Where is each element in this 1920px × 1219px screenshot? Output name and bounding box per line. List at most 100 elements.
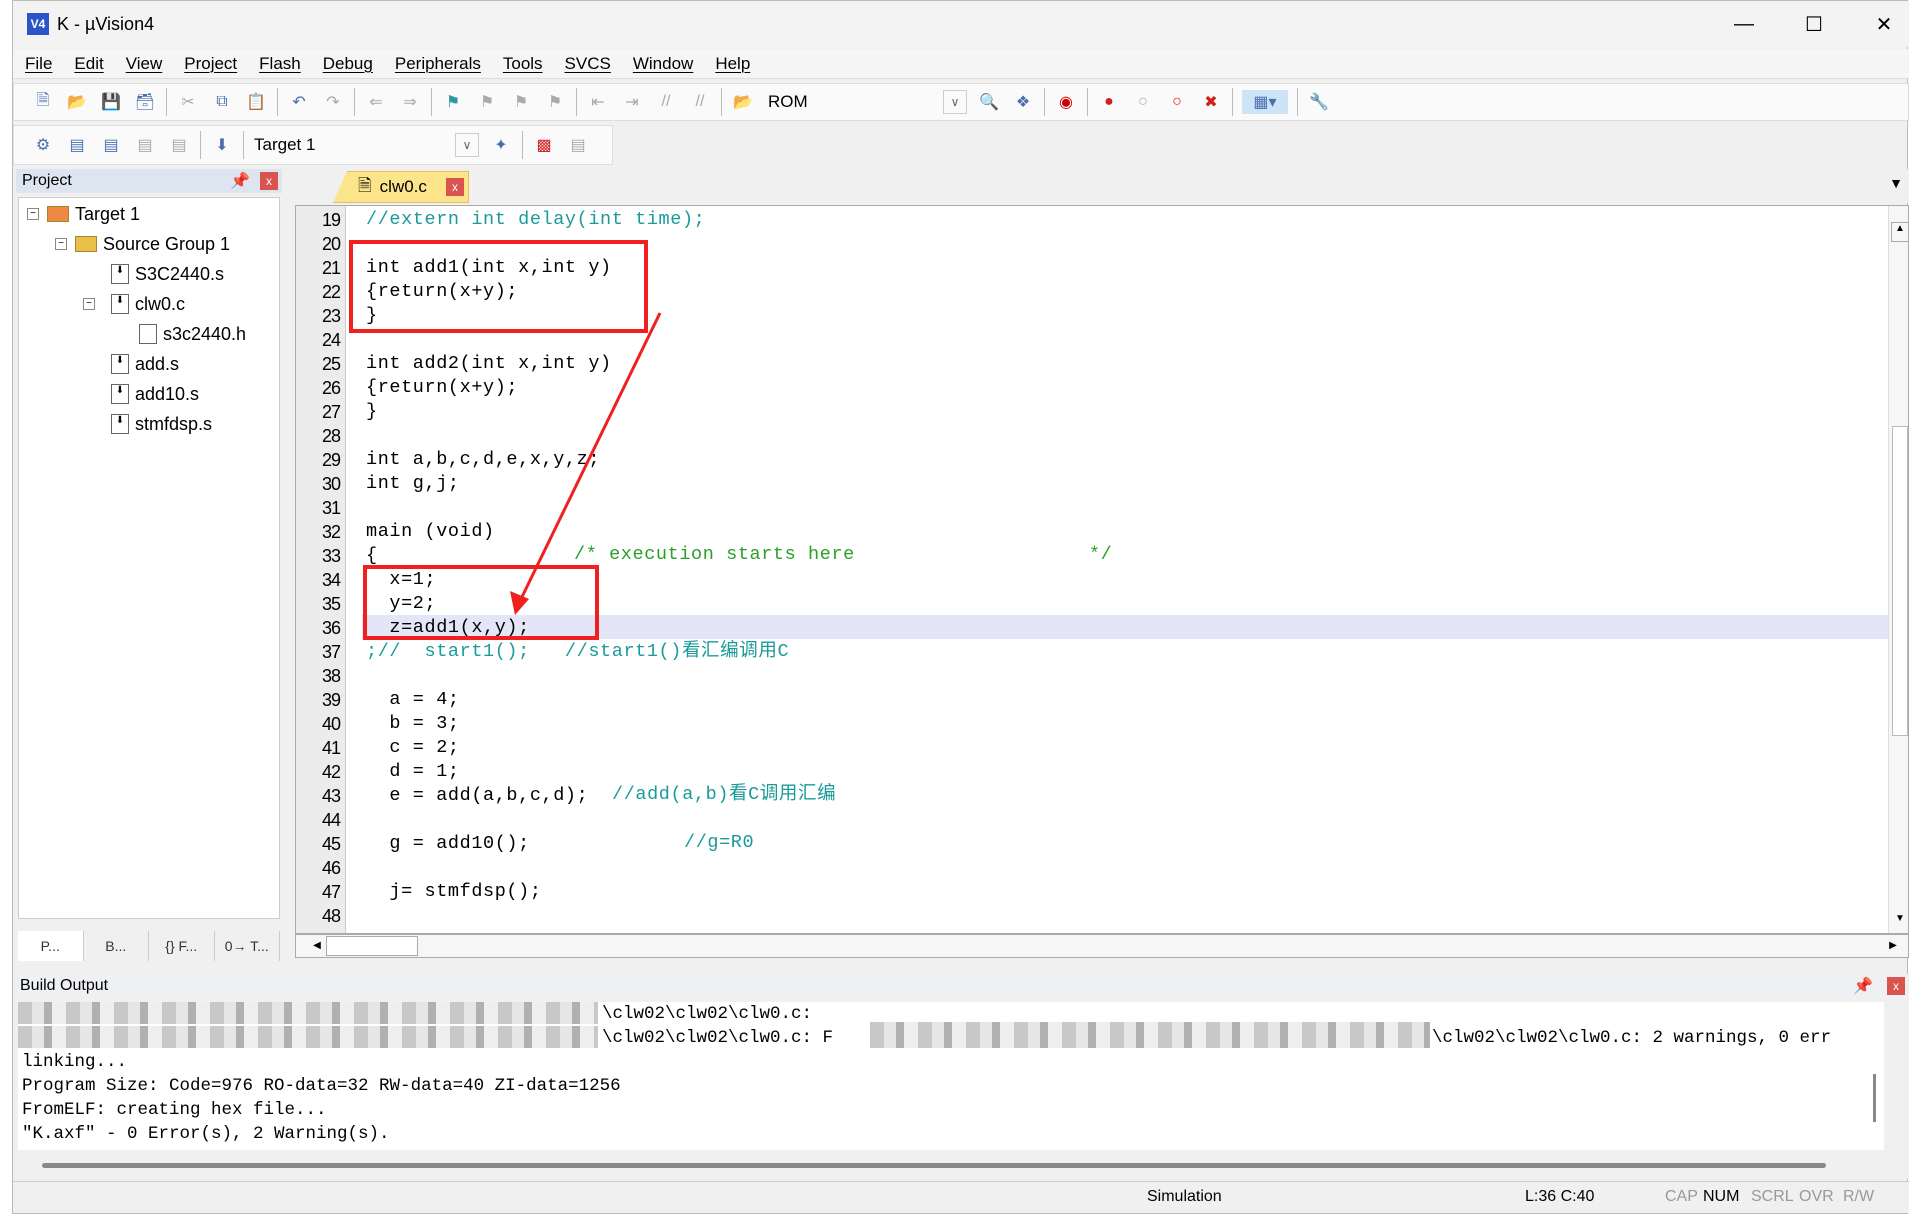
file-icon: ⬇	[111, 414, 129, 434]
collapse-icon[interactable]: −	[83, 298, 95, 310]
comment-icon[interactable]: //	[654, 90, 678, 114]
tree-file[interactable]: ⬇ stmfdsp.s	[111, 410, 212, 438]
indent-icon[interactable]: ⇤	[586, 90, 610, 114]
load-icon[interactable]: ⬇	[210, 133, 234, 157]
tree-file[interactable]: ⬇ add.s	[111, 350, 179, 378]
code-line: {return(x+y);	[366, 377, 519, 398]
redo-icon[interactable]: ↷	[321, 90, 345, 114]
prev-bookmark-icon[interactable]: ⚑	[475, 90, 499, 114]
target-options-icon[interactable]: ✦	[489, 133, 513, 157]
menu-peripherals[interactable]: Peripherals	[395, 54, 481, 74]
batch-build-icon[interactable]: ▤	[133, 133, 157, 157]
new-file-icon[interactable]: 🗎	[31, 90, 55, 114]
collapse-icon[interactable]: −	[55, 238, 67, 250]
target-select[interactable]: Target 1	[254, 135, 450, 155]
translate-icon[interactable]: ⚙	[31, 133, 55, 157]
scroll-thumb[interactable]	[1892, 426, 1908, 736]
rebuild-icon[interactable]: ▤	[99, 133, 123, 157]
horizontal-scrollbar[interactable]	[42, 1163, 1826, 1168]
find-in-files-icon[interactable]: 📂	[731, 90, 755, 114]
menu-window[interactable]: Window	[633, 54, 693, 74]
tree-label: Target 1	[75, 203, 141, 224]
save-all-icon[interactable]: 🗃	[133, 90, 157, 114]
tab-books[interactable]: B...	[84, 931, 149, 961]
file-icon: ⬇	[111, 294, 129, 314]
menu-view[interactable]: View	[126, 54, 163, 74]
manage-components-icon[interactable]: ▩	[532, 133, 556, 157]
pin-icon[interactable]: 📌	[1853, 976, 1873, 996]
cut-icon[interactable]: ✂	[176, 90, 200, 114]
close-button[interactable]: ✕	[1849, 1, 1919, 47]
clear-bookmarks-icon[interactable]: ⚑	[543, 90, 567, 114]
collapse-icon[interactable]: −	[27, 208, 39, 220]
incremental-find-icon[interactable]: ❖	[1011, 90, 1035, 114]
overwrite-indicator: OVR	[1799, 1188, 1834, 1205]
menu-file[interactable]: File	[25, 54, 52, 74]
code-line: int add2(int x,int y)	[366, 353, 612, 374]
vertical-scrollbar[interactable]: ▲ ▼	[1888, 206, 1908, 933]
select-packs-icon[interactable]: ▤	[566, 133, 590, 157]
scroll-left-icon[interactable]: ◀	[308, 937, 326, 955]
hscroll-thumb[interactable]	[326, 936, 418, 956]
build-output-text[interactable]: \clw02\clw02\clw0.c: \clw02\clw02\clw0.c…	[18, 1002, 1884, 1150]
tab-functions[interactable]: {} F...	[149, 931, 215, 961]
vertical-scrollbar[interactable]	[1873, 1074, 1876, 1122]
tab-project[interactable]: P...	[18, 931, 84, 961]
paste-icon[interactable]: 📋	[244, 90, 268, 114]
kill-breakpoints-icon[interactable]: ✖	[1199, 90, 1223, 114]
debug-session-icon[interactable]: ◉	[1054, 90, 1078, 114]
tree-label: s3c2440.h	[163, 323, 247, 344]
find-icon[interactable]: 🔍	[977, 90, 1001, 114]
close-tab-button[interactable]: x	[446, 178, 464, 196]
stop-build-icon[interactable]: ▤	[167, 133, 191, 157]
scroll-up-icon[interactable]: ▲	[1891, 222, 1908, 242]
scroll-right-icon[interactable]: ▶	[1884, 937, 1902, 955]
maximize-button[interactable]: ☐	[1779, 1, 1849, 47]
tab-clw0-c[interactable]: 🗎 clw0.c x	[333, 171, 469, 203]
bookmark-icon[interactable]: ⚑	[441, 90, 465, 114]
menu-svcs[interactable]: SVCS	[565, 54, 611, 74]
tree-source-group[interactable]: Source Group 1	[75, 230, 230, 258]
build-output-title: Build Output	[20, 977, 109, 994]
chevron-down-icon[interactable]: ∨	[455, 133, 479, 157]
open-icon[interactable]: 📂	[65, 90, 89, 114]
copy-icon[interactable]: ⧉	[210, 90, 234, 114]
menu-edit[interactable]: Edit	[74, 54, 103, 74]
menu-project[interactable]: Project	[184, 54, 237, 74]
tree-file[interactable]: ⬇ add10.s	[111, 380, 199, 408]
build-line: "K.axf" - 0 Error(s), 2 Warning(s).	[22, 1124, 390, 1144]
undo-icon[interactable]: ↶	[287, 90, 311, 114]
tree-file[interactable]: ⬇ clw0.c	[111, 290, 185, 318]
menu-tools[interactable]: Tools	[503, 54, 543, 74]
chevron-down-icon[interactable]: ∨	[943, 90, 967, 114]
window-layout-icon[interactable]: ▦▾	[1242, 90, 1288, 114]
menu-help[interactable]: Help	[715, 54, 750, 74]
configure-icon[interactable]: 🔧	[1307, 90, 1331, 114]
pin-icon[interactable]: 📌	[230, 171, 250, 191]
nav-forward-icon[interactable]: ⇒	[398, 90, 422, 114]
tree-file[interactable]: s3c2440.h	[139, 320, 246, 348]
menu-debug[interactable]: Debug	[323, 54, 373, 74]
tree-file[interactable]: ⬇ S3C2440.s	[111, 260, 224, 288]
disable-all-breakpoints-icon[interactable]: ○	[1165, 90, 1189, 114]
save-icon[interactable]: 💾	[99, 90, 123, 114]
uncomment-icon[interactable]: //	[688, 90, 712, 114]
disable-breakpoint-icon[interactable]: ○	[1131, 90, 1155, 114]
unindent-icon[interactable]: ⇥	[620, 90, 644, 114]
menu-flash[interactable]: Flash	[259, 54, 301, 74]
find-combo[interactable]: ROM	[768, 92, 938, 112]
next-bookmark-icon[interactable]: ⚑	[509, 90, 533, 114]
minimize-button[interactable]: —	[1709, 1, 1779, 47]
nav-back-icon[interactable]: ⇐	[364, 90, 388, 114]
build-icon[interactable]: ▤	[65, 133, 89, 157]
close-panel-button[interactable]: x	[1887, 977, 1905, 995]
tree-target[interactable]: Target 1	[47, 200, 140, 228]
tab-list-icon[interactable]: ▼	[1889, 175, 1903, 191]
line-number: 44	[321, 810, 341, 830]
tab-templates[interactable]: 0→ T...	[215, 931, 280, 961]
horizontal-scrollbar[interactable]: ◀ ▶	[295, 934, 1909, 958]
project-panel-header: Project 📌 x	[16, 169, 282, 193]
breakpoint-icon[interactable]: ●	[1097, 90, 1121, 114]
scroll-down-icon[interactable]: ▼	[1891, 913, 1908, 933]
close-panel-button[interactable]: x	[260, 172, 278, 190]
